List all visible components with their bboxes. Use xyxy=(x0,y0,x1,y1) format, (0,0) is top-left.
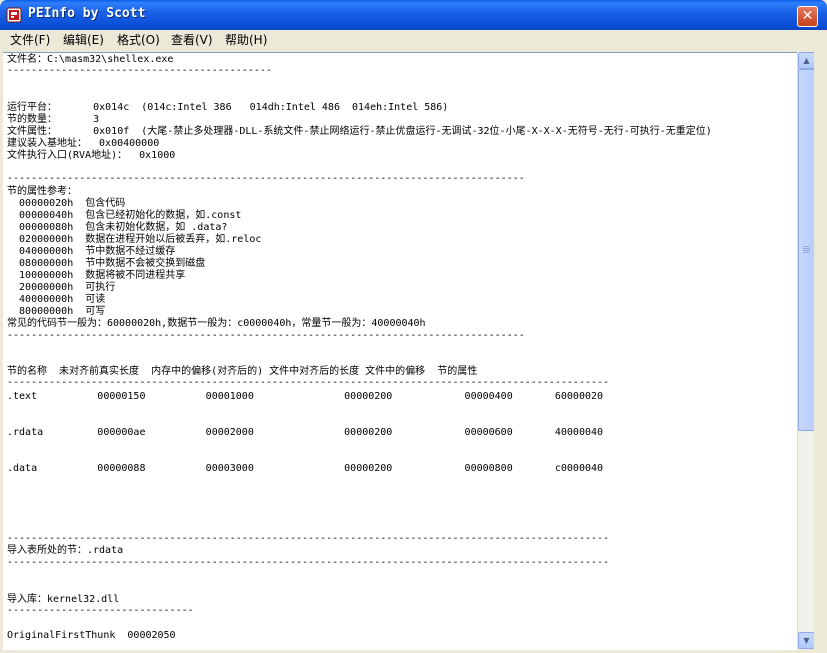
text-line: 80000000h 可写 xyxy=(7,306,106,317)
text-line: ----------------------------------------… xyxy=(7,533,610,544)
close-button[interactable]: ✕ xyxy=(797,6,818,27)
window-frame-right xyxy=(814,30,827,653)
title-bar[interactable]: PEInfo by Scott ✕ xyxy=(0,0,827,30)
text-line: 04000000h 节中数据不经过缓存 xyxy=(7,246,176,257)
menu-view[interactable]: 查看(V) xyxy=(171,32,213,49)
text-line: 导入表所处的节：.rdata xyxy=(7,545,124,556)
chevron-down-icon: ▼ xyxy=(803,636,810,645)
app-icon xyxy=(6,7,22,23)
chevron-up-icon: ▲ xyxy=(803,56,810,65)
grip-line xyxy=(803,246,810,247)
grip-line xyxy=(803,250,810,251)
menu-help[interactable]: 帮助(H) xyxy=(225,32,267,49)
scroll-down-button[interactable]: ▼ xyxy=(798,632,815,649)
text-line: ------------------------------- xyxy=(7,605,194,616)
close-icon: ✕ xyxy=(801,8,814,24)
grip-line xyxy=(803,252,810,253)
table-row: .data 00000088 00003000 00000200 0000080… xyxy=(7,463,604,474)
scroll-up-button[interactable]: ▲ xyxy=(798,52,815,69)
text-line: ----------------------------------------… xyxy=(7,65,272,76)
text-line: 40000000h 可读 xyxy=(7,294,106,305)
text-line: 02000000h 数据在进程开始以后被丢弃，如.reloc xyxy=(7,234,262,245)
frame-edge xyxy=(814,30,827,653)
text-area[interactable]: 文件名：C:\masm32\shellex.exe --------------… xyxy=(3,52,797,650)
grip-line xyxy=(803,248,810,249)
application-window: PEInfo by Scott ✕ 文件(F) 编辑(E) 格式(O) 查看(V… xyxy=(0,0,827,653)
table-row: .rdata 000000ae 00002000 00000200 000006… xyxy=(7,427,604,438)
scroll-thumb[interactable] xyxy=(798,69,815,431)
text-line: 08000000h 节中数据不会被交换到磁盘 xyxy=(7,258,206,269)
window-title: PEInfo by Scott xyxy=(28,6,146,21)
menu-file[interactable]: 文件(F) xyxy=(10,32,50,49)
vertical-scrollbar[interactable]: ▲ ▼ xyxy=(797,52,815,649)
text-line: 常见的代码节一般为：60000020h,数据节一般为：c0000040h，常量节… xyxy=(7,318,426,329)
text-line: 00000080h 包含未初始化数据，如 .data? xyxy=(7,222,228,233)
text-line: ----------------------------------------… xyxy=(7,173,525,184)
text-line: 文件属性： 0x010f (大尾-禁止多处理器-DLL-系统文件-禁止网络运行-… xyxy=(7,126,712,137)
text-line: 节的数量： 3 xyxy=(7,114,100,125)
text-line: ----------------------------------------… xyxy=(7,557,610,568)
menu-edit[interactable]: 编辑(E) xyxy=(63,32,104,49)
text-line: 运行平台： 0x014c (014c:Intel 386 014dh:Intel… xyxy=(7,102,449,113)
text-line: 建议装入基地址： 0x00400000 xyxy=(7,138,160,149)
text-line: OriginalFirstThunk 00002050 xyxy=(7,630,176,641)
text-line: 文件执行入口(RVA地址)： 0x1000 xyxy=(7,150,176,161)
menu-bar: 文件(F) 编辑(E) 格式(O) 查看(V) 帮助(H) xyxy=(0,30,827,51)
text-line: 00000020h 包含代码 xyxy=(7,198,126,209)
menu-format[interactable]: 格式(O) xyxy=(117,32,160,49)
text-line: ----------------------------------------… xyxy=(7,377,610,388)
text-line: ----------------------------------------… xyxy=(7,330,525,341)
text-line: 节的属性参考： xyxy=(7,186,77,197)
text-line: 20000000h 可执行 xyxy=(7,282,116,293)
text-line: 10000000h 数据将被不同进程共享 xyxy=(7,270,186,281)
table-row: .text 00000150 00001000 00000200 0000040… xyxy=(7,391,604,402)
text-line: 00000040h 包含已经初始化的数据，如.const xyxy=(7,210,242,221)
